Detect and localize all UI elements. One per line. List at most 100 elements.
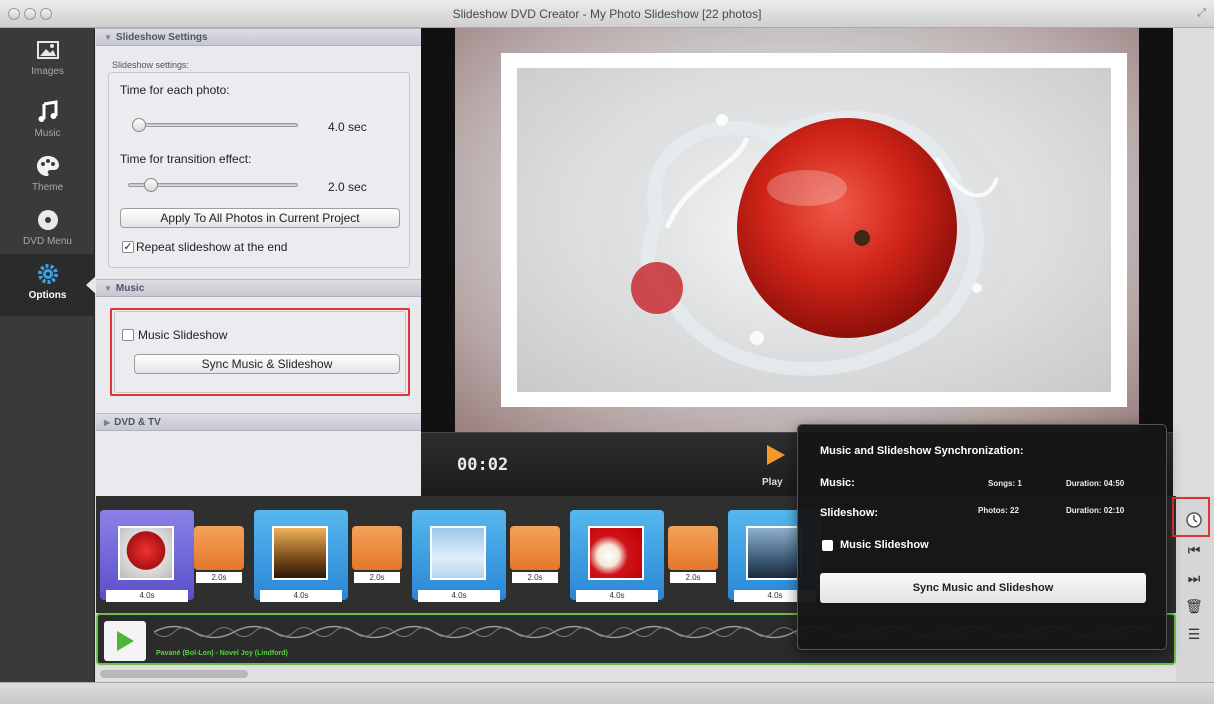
photo-frame	[501, 53, 1127, 407]
photo-time-label: Time for each photo:	[120, 83, 230, 97]
status-bar	[0, 682, 1214, 704]
transition-effect-icon	[194, 526, 244, 570]
music-label: Music:	[820, 477, 855, 489]
apple-splash-image	[597, 83, 1017, 383]
photo-time-value: 4.0 sec	[328, 120, 367, 134]
transition-thumbnail[interactable]: 2.0s	[192, 526, 246, 586]
preview-area	[421, 28, 1173, 432]
audio-play-button[interactable]	[104, 621, 146, 661]
photo-duration: 4.0s	[576, 590, 658, 602]
transition-time-label: Time for transition effect:	[120, 152, 252, 166]
preview-photo	[517, 68, 1111, 392]
photo-thumbnail[interactable]: 4.0s	[100, 510, 194, 602]
transition-time-slider-knob[interactable]	[144, 178, 158, 192]
sidebar-item-music[interactable]: Music	[0, 92, 95, 154]
highlight-box	[110, 308, 410, 396]
music-slideshow-checkbox[interactable]	[822, 540, 833, 551]
sidebar-item-theme[interactable]: Theme	[0, 146, 95, 208]
thumbnail-image	[430, 526, 486, 580]
sidebar-item-images[interactable]: Images	[0, 30, 95, 92]
disc-icon	[37, 210, 58, 230]
sidebar-item-options[interactable]: Options	[0, 254, 95, 316]
group-label: Slideshow settings:	[112, 60, 190, 70]
transition-effect-icon	[668, 526, 718, 570]
timeline-horizontal-scrollbar[interactable]	[96, 667, 1176, 681]
slideshow-settings-header[interactable]: ▼ Slideshow Settings	[96, 28, 421, 46]
sync-popover: Music and Slideshow Synchronization: Mus…	[797, 424, 1167, 650]
sidebar-item-label: DVD Menu	[23, 236, 72, 247]
photo-thumbnail[interactable]: 4.0s	[570, 510, 664, 602]
transition-duration: 2.0s	[670, 572, 716, 583]
fullscreen-icon[interactable]: ⤢	[1197, 7, 1206, 20]
skip-to-start-icon[interactable]: ⏮	[1180, 538, 1208, 562]
transition-thumbnail[interactable]: 2.0s	[666, 526, 720, 586]
photo-thumbnail[interactable]: 4.0s	[254, 510, 348, 602]
sidebar-item-label: Options	[28, 290, 67, 301]
slideshow-settings-group	[108, 72, 410, 268]
photo-thumbnail[interactable]: 4.0s	[412, 510, 506, 602]
image-icon	[36, 41, 59, 59]
sync-music-and-slideshow-button[interactable]: Sync Music and Slideshow	[820, 573, 1146, 603]
thumbnail-image	[746, 526, 802, 580]
sidebar-item-label: Theme	[31, 182, 64, 193]
transition-duration: 2.0s	[196, 572, 242, 583]
photo-time-slider-knob[interactable]	[132, 118, 146, 132]
window-title: Slideshow DVD Creator - My Photo Slidesh…	[452, 7, 762, 21]
active-indicator-arrow	[86, 276, 96, 294]
photo-duration: 4.0s	[418, 590, 500, 602]
thumbnail-image	[118, 526, 174, 580]
songs-count: Songs: 1	[988, 479, 1022, 488]
popover-title: Music and Slideshow Synchronization:	[820, 445, 1024, 457]
sidebar-nav: Images Music Theme DVD Menu Options	[0, 28, 95, 694]
play-icon[interactable]	[765, 443, 787, 467]
photos-count: Photos: 22	[978, 506, 1019, 515]
palette-icon	[36, 156, 59, 176]
disclosure-closed-icon: ▶	[104, 418, 111, 427]
play-icon	[117, 631, 134, 651]
disclosure-open-icon: ▼	[104, 33, 112, 42]
options-panel: ▼ Slideshow Settings Slideshow settings: …	[96, 28, 421, 496]
transition-duration: 2.0s	[512, 572, 558, 583]
transition-effect-icon	[510, 526, 560, 570]
apply-to-all-button[interactable]: Apply To All Photos in Current Project	[120, 208, 400, 228]
sync-music-slideshow-button[interactable]: Sync Music & Slideshow	[134, 354, 400, 374]
transition-thumbnail[interactable]: 2.0s	[508, 526, 562, 586]
slideshow-duration: Duration: 02:10	[1066, 506, 1125, 515]
disclosure-open-icon: ▼	[104, 284, 112, 293]
sidebar-item-dvd-menu[interactable]: DVD Menu	[0, 200, 95, 262]
transition-duration: 2.0s	[354, 572, 400, 583]
music-slideshow-checkbox[interactable]	[122, 329, 134, 341]
gear-icon	[37, 264, 58, 284]
section-title: Music	[115, 283, 145, 294]
music-note-icon	[38, 100, 57, 122]
scrollbar-thumb[interactable]	[100, 670, 248, 678]
dvd-tv-section-header[interactable]: ▶ DVD & TV	[96, 413, 421, 431]
thumbnail-image	[588, 526, 644, 580]
repeat-slideshow-checkbox[interactable]: ✓	[122, 241, 134, 253]
trash-icon[interactable]: 🗑	[1180, 594, 1208, 618]
play-button-label[interactable]: Play	[762, 477, 783, 488]
music-section-header[interactable]: ▼ Music	[96, 279, 421, 297]
music-slideshow-label: Music Slideshow	[840, 539, 929, 551]
music-slideshow-label: Music Slideshow	[138, 328, 228, 342]
photo-duration: 4.0s	[260, 590, 342, 602]
timecode-display: 00:02	[457, 455, 509, 475]
photo-time-slider[interactable]	[136, 123, 298, 127]
section-title: DVD & TV	[114, 417, 161, 428]
app-window: Slideshow DVD Creator - My Photo Slidesh…	[0, 0, 1214, 704]
skip-to-end-icon[interactable]: ⏭	[1180, 566, 1208, 590]
photo-duration: 4.0s	[106, 590, 188, 602]
audio-track-name: Pavané (Bol-Lon) - Novel Joy (Lindford)	[156, 650, 288, 657]
slideshow-label: Slideshow:	[820, 507, 879, 519]
transition-time-value: 2.0 sec	[328, 180, 367, 194]
highlight-box	[1172, 497, 1210, 537]
sidebar-item-label: Images	[31, 66, 64, 77]
section-title: Slideshow Settings	[115, 32, 208, 43]
transition-effect-icon	[352, 526, 402, 570]
sidebar-item-label: Music	[34, 128, 61, 139]
title-bar: Slideshow DVD Creator - My Photo Slidesh…	[0, 0, 1214, 28]
list-view-icon[interactable]: ☰	[1180, 622, 1208, 646]
transition-thumbnail[interactable]: 2.0s	[350, 526, 404, 586]
thumbnail-image	[272, 526, 328, 580]
repeat-slideshow-label: Repeat slideshow at the end	[136, 240, 288, 254]
